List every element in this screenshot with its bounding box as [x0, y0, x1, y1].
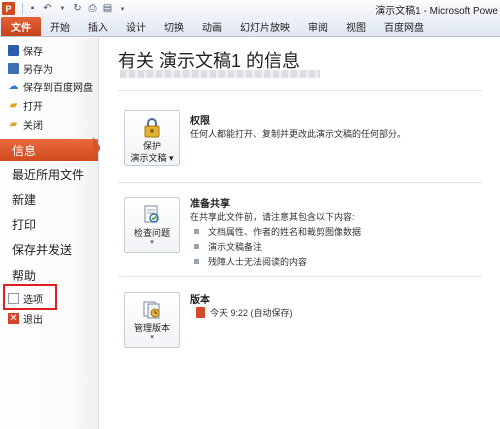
tab-transitions[interactable]: 切换	[155, 17, 193, 36]
protect-presentation-button[interactable]: 保护 演示文稿 ▾	[124, 110, 180, 166]
customize-icon[interactable]: ▾	[116, 2, 129, 15]
print-icon[interactable]: ⎙	[86, 2, 99, 15]
exit-label: 退出	[23, 314, 43, 326]
tab-insert[interactable]: 插入	[79, 17, 117, 36]
undo-icon[interactable]: ↶	[41, 2, 54, 15]
list-item: 文档属性、作者的姓名和裁剪图像数据	[194, 225, 361, 238]
permissions-desc: 任何人都能打开、复制并更改此演示文稿的任何部分。	[190, 129, 407, 139]
nav-print[interactable]: 打印	[0, 213, 99, 235]
baidu-cloud-icon: ☁	[8, 80, 19, 92]
nav-info[interactable]: 信息	[0, 139, 98, 161]
nav-recent[interactable]: 最近所用文件	[0, 163, 99, 185]
bullet-icon	[194, 259, 199, 264]
info-panel: 有关 演示文稿1 的信息 保护 演示文稿 ▾ 权限 任何人都能打开、复制并更改此…	[100, 38, 500, 429]
options-highlight-box	[3, 284, 57, 310]
close-folder-icon: ▰	[9, 118, 18, 130]
save-label: 保存	[23, 46, 43, 58]
tab-design[interactable]: 设计	[117, 17, 155, 36]
tab-view[interactable]: 视图	[337, 17, 375, 36]
save-as-icon	[8, 62, 19, 74]
list-item: 残障人士无法阅读的内容	[194, 255, 307, 268]
divider	[118, 90, 482, 91]
manage-versions-button[interactable]: 管理版本 ▾	[124, 292, 180, 348]
open-label: 打开	[23, 101, 43, 113]
close-command[interactable]: ▰ 关闭	[8, 116, 43, 132]
redo-icon[interactable]: ↻	[71, 2, 84, 15]
open-folder-icon: ▰	[9, 99, 18, 111]
divider	[118, 276, 482, 277]
check-issues-button[interactable]: 检查问题 ▾	[124, 197, 180, 253]
powerpoint-app-icon[interactable]: P	[2, 2, 15, 15]
tab-animations[interactable]: 动画	[193, 17, 231, 36]
title-bar: P ▪ ↶ ▼ ↻ ⎙ ▤ ▾ 演示文稿1 - Microsoft Powe	[0, 0, 500, 17]
tab-slideshow[interactable]: 幻灯片放映	[231, 17, 299, 36]
save-icon	[8, 44, 19, 56]
window-title: 演示文稿1 - Microsoft Powe	[375, 6, 498, 17]
toolbar-divider	[22, 3, 23, 14]
version-label: 今天 9:22 (自动保存)	[210, 308, 293, 318]
lock-key-icon	[140, 116, 164, 140]
bullet-icon	[194, 244, 199, 249]
backstage-sidebar: 保存 另存为 ☁ 保存到百度网盘 ▰ 打开 ▰ 关闭 信息 最近所用文件 新建 …	[0, 38, 99, 429]
list-item: 演示文稿备注	[194, 240, 262, 253]
save-to-baidu-command[interactable]: ☁ 保存到百度网盘	[8, 78, 94, 94]
save-as-label: 另存为	[23, 64, 53, 76]
protect-label-line2: 演示文稿 ▾	[130, 153, 174, 163]
powerpoint-file-icon	[196, 307, 205, 318]
divider	[118, 182, 482, 183]
tab-file[interactable]: 文件	[1, 17, 41, 36]
versions-icon	[140, 298, 164, 322]
nav-new[interactable]: 新建	[0, 188, 99, 210]
dropdown-icon[interactable]: ▼	[56, 2, 69, 15]
protect-label-line1: 保护	[142, 141, 161, 151]
check-document-icon	[140, 203, 164, 227]
nav-save-send[interactable]: 保存并发送	[0, 238, 99, 260]
close-label: 关闭	[23, 120, 43, 132]
save-icon[interactable]: ▪	[26, 2, 39, 15]
preview-icon[interactable]: ▤	[101, 2, 114, 15]
nav-help[interactable]: 帮助	[0, 264, 99, 286]
chevron-down-icon: ▾	[150, 334, 154, 341]
tab-home[interactable]: 开始	[41, 17, 79, 36]
prepare-title: 准备共享	[190, 199, 230, 210]
chevron-down-icon: ▾	[150, 239, 154, 246]
file-path-blurred	[120, 70, 320, 78]
save-command[interactable]: 保存	[8, 42, 43, 58]
manage-versions-label: 管理版本	[133, 323, 170, 333]
bullet-icon	[194, 229, 199, 234]
save-as-command[interactable]: 另存为	[8, 60, 53, 76]
exit-command[interactable]: ✕ 退出	[8, 310, 43, 326]
quick-access-toolbar: ▪ ↶ ▼ ↻ ⎙ ▤ ▾	[19, 2, 131, 15]
open-command[interactable]: ▰ 打开	[8, 97, 43, 113]
tab-review[interactable]: 审阅	[299, 17, 337, 36]
tab-baidu-cloud[interactable]: 百度网盘	[375, 17, 433, 36]
permissions-title: 权限	[190, 116, 210, 127]
save-to-baidu-label: 保存到百度网盘	[23, 82, 93, 94]
versions-title: 版本	[190, 295, 210, 306]
check-issues-label: 检查问题	[133, 228, 170, 238]
exit-icon: ✕	[8, 312, 19, 324]
prepare-desc: 在共享此文件前，请注意其包含以下内容:	[190, 212, 355, 222]
ribbon-tab-bar: 文件 开始 插入 设计 切换 动画 幻灯片放映 审阅 视图 百度网盘	[0, 17, 500, 37]
autosave-version-entry[interactable]: 今天 9:22 (自动保存)	[196, 306, 293, 319]
